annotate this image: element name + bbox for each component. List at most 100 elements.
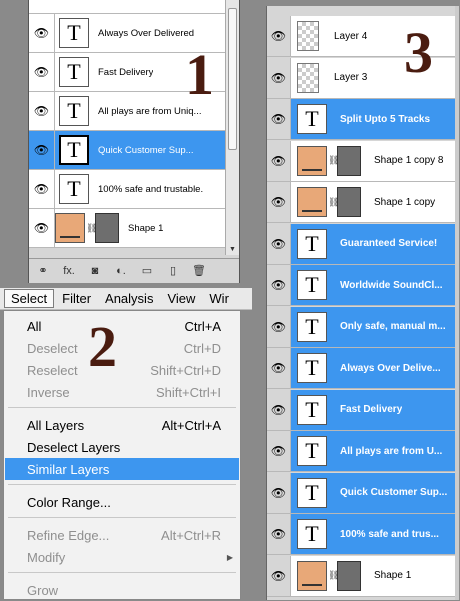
layer-name: Shape 1 copy xyxy=(374,196,436,208)
visibility-eye-icon[interactable]: 👁 xyxy=(29,53,55,91)
layer-row-quick-customer-sup[interactable]: 👁 T Quick Customer Sup... xyxy=(29,131,225,170)
menu-item-reselect[interactable]: Reselect Shift+Ctrl+D xyxy=(5,359,239,381)
shape-layer-thumbnail xyxy=(297,145,327,176)
visibility-eye-icon[interactable]: 👁 xyxy=(267,140,291,181)
layer-row-shape-1[interactable]: 👁 ⛓ Shape 1 xyxy=(267,555,459,597)
menu-item-grow[interactable]: Grow xyxy=(5,579,239,601)
annotation-number-2: 2 xyxy=(88,314,117,379)
visibility-eye-icon[interactable]: 👁 xyxy=(267,57,291,98)
mask-icon[interactable]: ◙ xyxy=(87,265,103,277)
layer-name: All plays are from Uniq... xyxy=(98,105,202,117)
visibility-eye-icon[interactable]: 👁 xyxy=(267,389,291,430)
group-folder-icon[interactable]: ▭ xyxy=(139,264,155,277)
visibility-eye-icon[interactable]: 👁 xyxy=(267,431,291,471)
visibility-eye-icon[interactable]: 👁 xyxy=(29,170,55,208)
visibility-eye-icon[interactable]: 👁 xyxy=(267,182,291,222)
menu-item-color-range[interactable]: Color Range... xyxy=(5,491,239,513)
menu-item-all[interactable]: All Ctrl+A xyxy=(5,315,239,337)
text-layer-thumbnail-icon: T xyxy=(59,96,89,126)
scroll-down-arrow-icon[interactable]: ▼ xyxy=(229,246,236,253)
visibility-eye-icon[interactable]: 👁 xyxy=(267,348,291,388)
layer-name: Layer 4 xyxy=(334,30,368,42)
layer-row-quick-customer-sup[interactable]: 👁 T Quick Customer Sup... xyxy=(267,472,459,514)
menu-item-shortcut: Alt+Ctrl+R xyxy=(161,527,221,543)
menu-item-deselect[interactable]: Deselect Ctrl+D xyxy=(5,337,239,359)
text-layer-thumbnail-icon: T xyxy=(297,228,327,259)
text-layer-thumbnail-icon: T xyxy=(59,135,89,165)
menu-view[interactable]: View xyxy=(161,290,201,307)
layer-name: Shape 1 copy 8 xyxy=(374,155,444,166)
link-chain-icon[interactable]: ⛓ xyxy=(328,155,339,166)
menu-item-deselect-layers[interactable]: Deselect Layers xyxy=(5,436,239,458)
visibility-eye-icon[interactable]: 👁 xyxy=(29,209,55,247)
layer-row-shape-1[interactable]: 👁 ⛓ Shape 1 xyxy=(29,209,225,248)
text-layer-thumbnail-icon: T xyxy=(59,57,89,87)
menu-analysis[interactable]: Analysis xyxy=(99,290,159,307)
text-layer-thumbnail-icon: T xyxy=(297,519,327,549)
link-chain-icon[interactable]: ⛓ xyxy=(328,570,339,581)
menu-item-label: Modify xyxy=(27,549,66,565)
layer-name: Fast Delivery xyxy=(340,404,403,415)
vector-mask-thumbnail xyxy=(95,213,119,243)
layer-row-shape-1-copy-8[interactable]: 👁 ⛓ Shape 1 copy 8 xyxy=(267,140,459,182)
layer-row-100-safe-and-trus[interactable]: 👁 T 100% safe and trus... xyxy=(267,514,459,555)
menu-filter[interactable]: Filter xyxy=(56,290,97,307)
layer-row-split-upto-5-tracks[interactable]: 👁 T Split Upto 5 Tracks xyxy=(267,99,459,140)
menu-item-similar-layers[interactable]: Similar Layers xyxy=(5,458,239,480)
menu-item-label: Similar Layers xyxy=(27,461,110,477)
layer-row-partial[interactable] xyxy=(29,0,225,14)
trash-icon[interactable]: 🗑 xyxy=(191,264,207,277)
layer-row-fast-delivery[interactable]: 👁 T Fast Delivery xyxy=(267,389,459,431)
link-chain-icon[interactable]: ⛓ xyxy=(328,197,339,208)
text-layer-thumbnail-icon: T xyxy=(297,104,327,134)
layer-name: Always Over Delive... xyxy=(340,362,441,374)
layer-row-guaranteed-service[interactable]: 👁 T Guaranteed Service! xyxy=(267,223,459,265)
menu-window[interactable]: Wir xyxy=(203,290,235,307)
select-menu-dropdown: All Ctrl+A Deselect Ctrl+D Reselect Shif… xyxy=(3,310,241,600)
visibility-eye-icon[interactable]: 👁 xyxy=(267,99,291,139)
visibility-eye-icon[interactable]: 👁 xyxy=(267,16,291,56)
visibility-eye-icon[interactable]: 👁 xyxy=(267,555,291,596)
adjustment-icon[interactable]: ◐. xyxy=(113,265,129,277)
menu-item-shortcut: Ctrl+A xyxy=(184,318,221,334)
visibility-eye-icon[interactable]: 👁 xyxy=(267,514,291,554)
visibility-eye-icon[interactable]: 👁 xyxy=(29,92,55,130)
layer-row-worldwide-soundcl[interactable]: 👁 T Worldwide SoundCl... xyxy=(267,265,459,306)
link-icon[interactable]: ⚭ xyxy=(35,264,51,277)
visibility-eye-icon[interactable]: 👁 xyxy=(267,223,291,264)
text-layer-thumbnail-icon: T xyxy=(297,353,327,383)
layers-scrollbar[interactable] xyxy=(455,6,459,600)
menu-item-modify[interactable]: Modify ▶ xyxy=(5,546,239,568)
visibility-eye-icon[interactable]: 👁 xyxy=(267,265,291,305)
vector-mask-thumbnail xyxy=(337,187,361,217)
visibility-eye-icon[interactable]: 👁 xyxy=(29,14,55,52)
layer-row-always-over-delive[interactable]: 👁 T Always Over Delive... xyxy=(267,348,459,389)
menu-select[interactable]: Select xyxy=(4,289,55,308)
layers-scrollbar[interactable]: ▼ xyxy=(225,0,239,255)
menu-item-inverse[interactable]: Inverse Shift+Ctrl+I xyxy=(5,381,239,403)
menu-item-label: Reselect xyxy=(27,362,78,378)
text-layer-thumbnail-icon: T xyxy=(297,477,327,508)
menu-item-all-layers[interactable]: All Layers Alt+Ctrl+A xyxy=(5,414,239,436)
layer-row-all-plays-are-from-u[interactable]: 👁 T All plays are from U... xyxy=(267,431,459,472)
transparent-layer-thumbnail xyxy=(297,62,319,93)
menu-item-label: Refine Edge... xyxy=(27,527,110,543)
visibility-eye-icon[interactable]: 👁 xyxy=(267,472,291,513)
fx-icon[interactable]: fx. xyxy=(61,265,77,277)
visibility-eye-icon[interactable]: 👁 xyxy=(267,306,291,347)
link-chain-icon[interactable]: ⛓ xyxy=(86,223,97,234)
layer-name: Layer 3 xyxy=(334,72,368,83)
menu-item-label: Deselect xyxy=(27,340,78,356)
layers-panel-3: 👁 Layer 4 👁 Layer 3 👁 T Split Upto 5 Tracks 👁 ⛓ S… xyxy=(266,6,459,600)
menu-item-label: Inverse xyxy=(27,384,70,400)
layer-row-only-safe-manual-m[interactable]: 👁 T Only safe, manual m... xyxy=(267,306,459,348)
new-layer-icon[interactable]: ▯ xyxy=(165,264,181,277)
scrollbar-thumb[interactable] xyxy=(228,8,237,150)
menu-item-refine-edge[interactable]: Refine Edge... Alt+Ctrl+R xyxy=(5,524,239,546)
layer-row-100-safe-and-trustable[interactable]: 👁 T 100% safe and trustable. xyxy=(29,170,225,209)
layer-row-shape-1-copy[interactable]: 👁 ⛓ Shape 1 copy xyxy=(267,182,459,223)
menu-item-shortcut: Alt+Ctrl+A xyxy=(161,417,221,433)
visibility-eye-icon[interactable]: 👁 xyxy=(29,131,55,169)
text-layer-thumbnail-icon: T xyxy=(59,18,89,48)
shape-layer-thumbnail xyxy=(55,213,85,243)
